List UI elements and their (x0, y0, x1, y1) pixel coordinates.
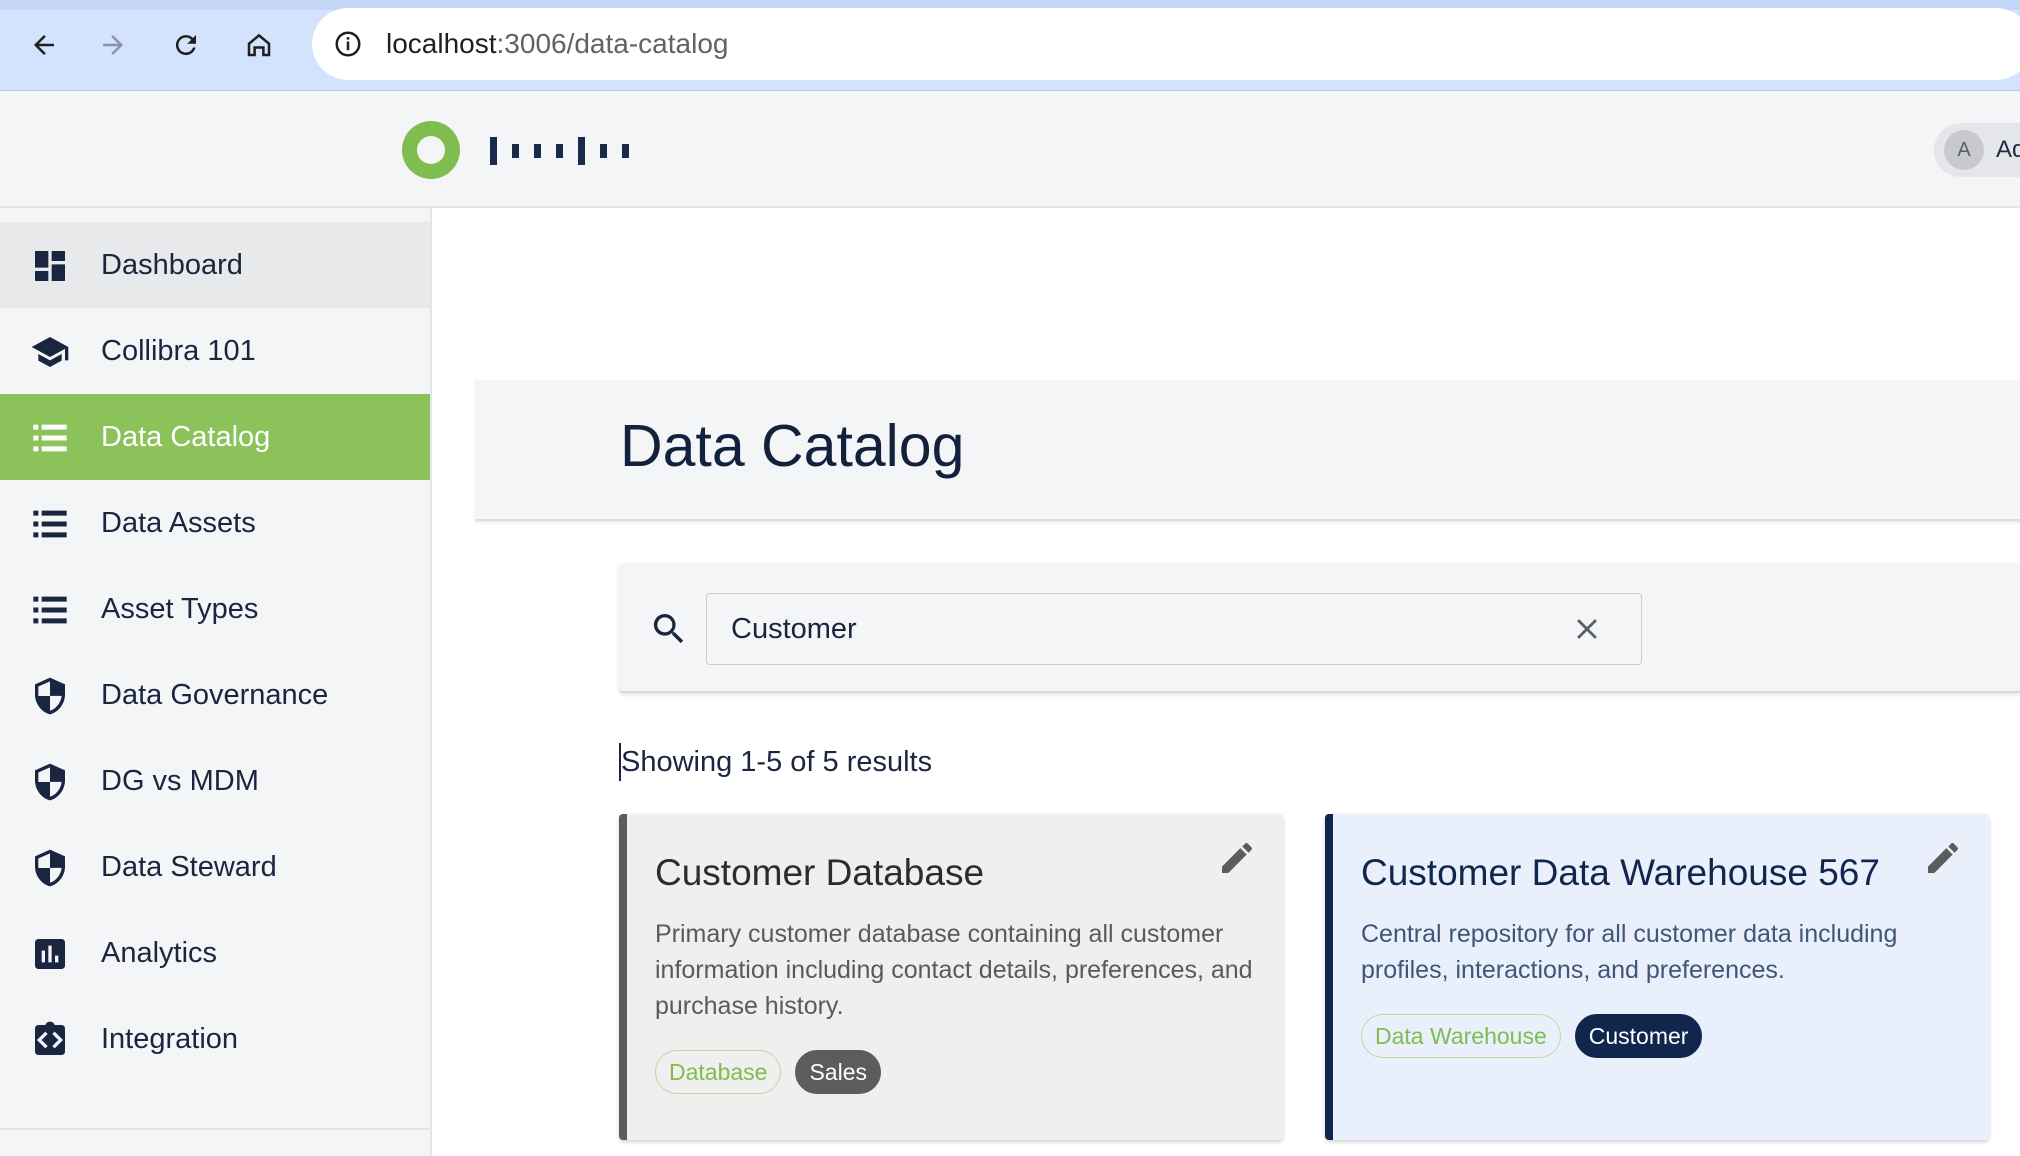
list-icon (33, 596, 67, 624)
sidebar-item-asset-types[interactable]: Asset Types (0, 566, 430, 652)
list-icon (33, 510, 67, 538)
tag-chip[interactable]: Database (655, 1050, 782, 1094)
sidebar-item-label: Data Steward (101, 851, 277, 883)
catalog-card[interactable]: Customer Database Primary customer datab… (619, 814, 1283, 1140)
sidebar-item-dg-vs-mdm[interactable]: DG vs MDM (0, 738, 430, 824)
home-icon (247, 33, 271, 57)
sidebar-item-label: Data Assets (101, 507, 256, 539)
sidebar-item-label: DG vs MDM (101, 765, 259, 797)
tag-list: Database Sales (655, 1050, 882, 1094)
url-host: localhost (386, 28, 497, 59)
sidebar-item-dashboard[interactable]: Dashboard (0, 222, 430, 308)
tag-chip[interactable]: Customer (1574, 1014, 1703, 1058)
search-panel (619, 563, 2020, 693)
site-info-icon[interactable] (330, 26, 366, 62)
sidebar-item-collibra-101[interactable]: Collibra 101 (0, 308, 430, 394)
results-count: Showing 1-5 of 5 results (619, 743, 932, 781)
shield-icon (35, 849, 65, 887)
sidebar-item-data-steward[interactable]: Data Steward (0, 824, 430, 910)
integration-icon (35, 1021, 65, 1055)
card-description: Central repository for all customer data… (1361, 920, 1898, 984)
sidebar-item-label: Collibra 101 (101, 335, 256, 367)
tag-chip[interactable]: Data Warehouse (1361, 1014, 1561, 1058)
sidebar-item-label: Asset Types (101, 593, 259, 625)
card-title: Customer Database (655, 852, 985, 893)
url-text: localhost:3006/data-catalog (386, 26, 728, 62)
url-path: :3006/data-catalog (496, 28, 729, 59)
user-name: Ad (1996, 136, 2020, 163)
page-header: Data Catalog (475, 380, 2020, 521)
tag-list: Data Warehouse Customer (1361, 1014, 1703, 1058)
clear-search-button[interactable] (1569, 611, 1605, 647)
sidebar-item-label: Analytics (101, 937, 218, 969)
avatar: A (1944, 130, 1984, 170)
sidebar-item-analytics[interactable]: Analytics (0, 910, 430, 996)
back-button[interactable] (21, 22, 67, 68)
arrow-right-icon (103, 35, 123, 55)
page-title: Data Catalog (620, 413, 965, 479)
list-icon (33, 424, 67, 452)
close-icon (1577, 619, 1597, 639)
forward-button[interactable] (90, 22, 136, 68)
analytics-icon (35, 939, 65, 969)
arrow-left-icon (34, 35, 54, 55)
tag-chip[interactable]: Sales (795, 1050, 882, 1094)
sidebar: Dashboard Collibra 101 Data Catalog Data… (0, 208, 432, 1156)
dashboard-icon (35, 251, 65, 281)
sidebar-item-label: Dashboard (101, 249, 243, 281)
card-title: Customer Data Warehouse 567 (1361, 852, 1880, 893)
user-menu[interactable]: A Ad (1934, 123, 2020, 177)
card-description: Primary customer database containing all… (655, 920, 1253, 1020)
search-icon (653, 614, 684, 644)
shield-icon (35, 763, 65, 801)
sidebar-item-label: Data Catalog (101, 421, 271, 453)
sidebar-item-label: Integration (101, 1023, 239, 1055)
search-field[interactable] (706, 593, 1642, 665)
sidebar-item-integration[interactable]: Integration (0, 996, 430, 1082)
app-header: A Ad (0, 91, 2020, 208)
sidebar-item-label: Data Governance (101, 679, 329, 711)
school-icon (31, 337, 69, 367)
sidebar-item-data-governance[interactable]: Data Governance (0, 652, 430, 738)
logo-wordmark (490, 137, 644, 165)
reload-icon (175, 35, 196, 56)
sidebar-divider (0, 1128, 430, 1130)
edit-icon[interactable] (1217, 838, 1257, 878)
sidebar-item-data-catalog[interactable]: Data Catalog (0, 394, 430, 480)
catalog-card[interactable]: Customer Data Warehouse 567 Central repo… (1325, 814, 1989, 1140)
sidebar-item-data-assets[interactable]: Data Assets (0, 480, 430, 566)
logo-icon[interactable] (402, 121, 460, 179)
address-bar[interactable]: localhost:3006/data-catalog (312, 8, 2020, 80)
home-button[interactable] (236, 22, 282, 68)
browser-toolbar: localhost:3006/data-catalog (0, 0, 2020, 91)
edit-icon[interactable] (1923, 838, 1963, 878)
shield-icon (35, 677, 65, 715)
reload-button[interactable] (163, 22, 209, 68)
search-input[interactable] (731, 594, 1551, 664)
